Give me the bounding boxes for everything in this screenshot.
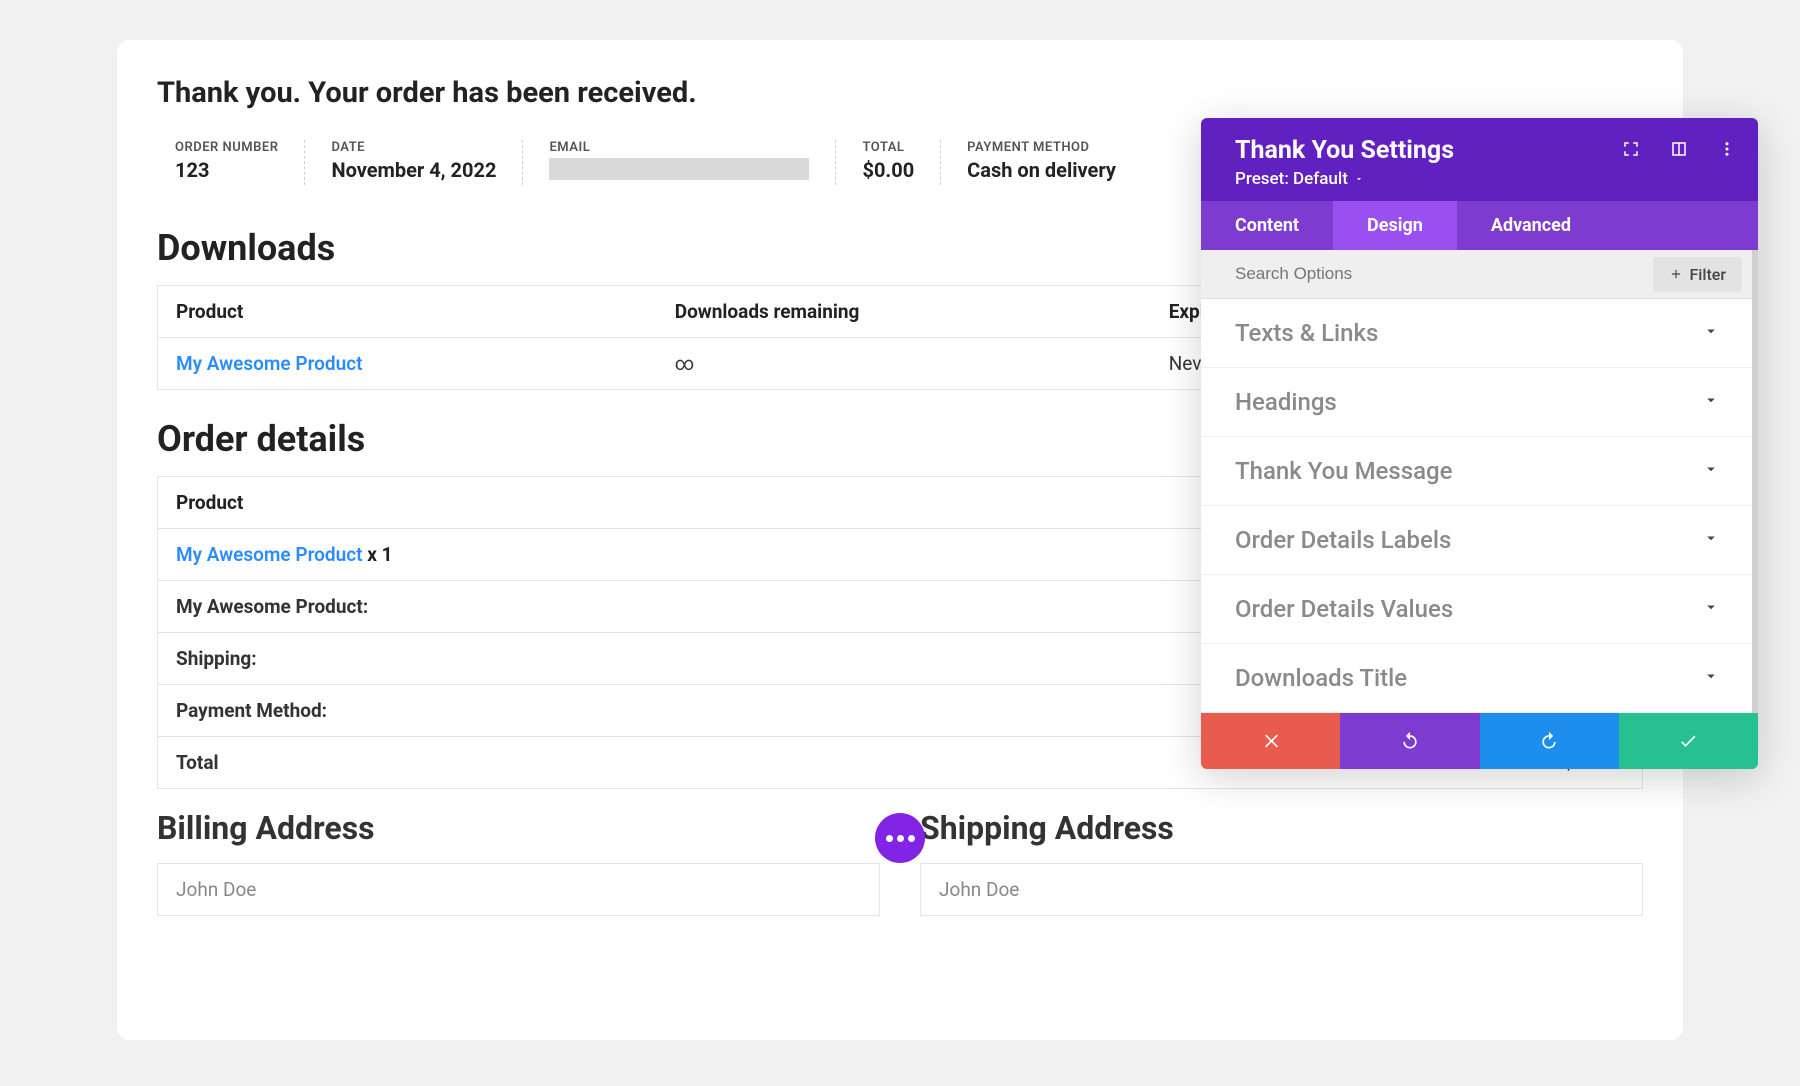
total-label: TOTAL [862, 140, 914, 155]
chevron-down-icon [1702, 529, 1720, 551]
section-texts-links[interactable]: Texts & Links [1201, 299, 1752, 368]
panel-header[interactable]: Thank You Settings Preset: Default [1201, 118, 1758, 201]
panel-footer [1201, 713, 1758, 769]
more-icon[interactable] [1718, 140, 1736, 162]
settings-panel: Thank You Settings Preset: Default Conte… [1201, 118, 1758, 769]
order-product-qty: x 1 [363, 543, 393, 566]
undo-button[interactable] [1340, 713, 1479, 769]
module-options-button[interactable] [875, 813, 925, 863]
summary-email: EMAIL [522, 140, 835, 185]
summary-payment: PAYMENT METHOD Cash on delivery [940, 140, 1142, 185]
tab-design[interactable]: Design [1333, 201, 1457, 250]
chevron-down-icon [1702, 391, 1720, 413]
summary-date: DATE November 4, 2022 [304, 140, 522, 185]
shipping-address: Shipping Address John Doe [920, 809, 1643, 916]
total-label: Total [158, 737, 822, 789]
payment-value: Cash on delivery [967, 158, 1116, 182]
download-product-link[interactable]: My Awesome Product [176, 352, 363, 375]
section-thank-you-message[interactable]: Thank You Message [1201, 437, 1752, 506]
redo-button[interactable] [1480, 713, 1619, 769]
date-value: November 4, 2022 [331, 158, 496, 182]
expand-icon[interactable] [1622, 140, 1640, 162]
tab-advanced[interactable]: Advanced [1457, 201, 1605, 250]
shipping-box: John Doe [920, 863, 1643, 916]
section-order-details-values[interactable]: Order Details Values [1201, 575, 1752, 644]
chevron-down-icon [1702, 460, 1720, 482]
order-number-label: ORDER NUMBER [175, 140, 278, 155]
billing-address: Billing Address John Doe [157, 809, 880, 916]
chevron-down-icon [1702, 598, 1720, 620]
section-downloads-title[interactable]: Downloads Title [1201, 644, 1752, 713]
col-product: Product [158, 286, 657, 338]
order-product-link[interactable]: My Awesome Product [176, 543, 363, 566]
date-label: DATE [331, 140, 496, 155]
section-order-details-labels[interactable]: Order Details Labels [1201, 506, 1752, 575]
email-label: EMAIL [549, 140, 809, 155]
shipping-heading: Shipping Address [920, 809, 1643, 847]
summary-total: TOTAL $0.00 [835, 140, 940, 185]
order-number-value: 123 [175, 158, 278, 182]
tab-content[interactable]: Content [1201, 201, 1333, 250]
panel-tabs: Content Design Advanced [1201, 201, 1758, 250]
panel-title: Thank You Settings [1235, 136, 1454, 165]
total-value: $0.00 [862, 158, 914, 182]
col-remaining: Downloads remaining [657, 286, 1151, 338]
section-headings[interactable]: Headings [1201, 368, 1752, 437]
thank-you-message: Thank you. Your order has been received. [157, 76, 1643, 110]
search-input[interactable] [1201, 250, 1653, 298]
email-redacted [549, 158, 809, 180]
panel-search: Filter [1201, 250, 1752, 299]
filter-button[interactable]: Filter [1653, 257, 1742, 292]
cancel-button[interactable] [1201, 713, 1340, 769]
save-button[interactable] [1619, 713, 1758, 769]
preset-dropdown[interactable]: Preset: Default [1235, 169, 1736, 189]
download-remaining: ∞ [657, 338, 1151, 390]
summary-order-number: ORDER NUMBER 123 [157, 140, 304, 185]
snap-icon[interactable] [1670, 140, 1688, 162]
billing-box: John Doe [157, 863, 880, 916]
payment-label: PAYMENT METHOD [967, 140, 1116, 155]
chevron-down-icon [1702, 667, 1720, 689]
billing-heading: Billing Address [157, 809, 880, 847]
chevron-down-icon [1702, 322, 1720, 344]
